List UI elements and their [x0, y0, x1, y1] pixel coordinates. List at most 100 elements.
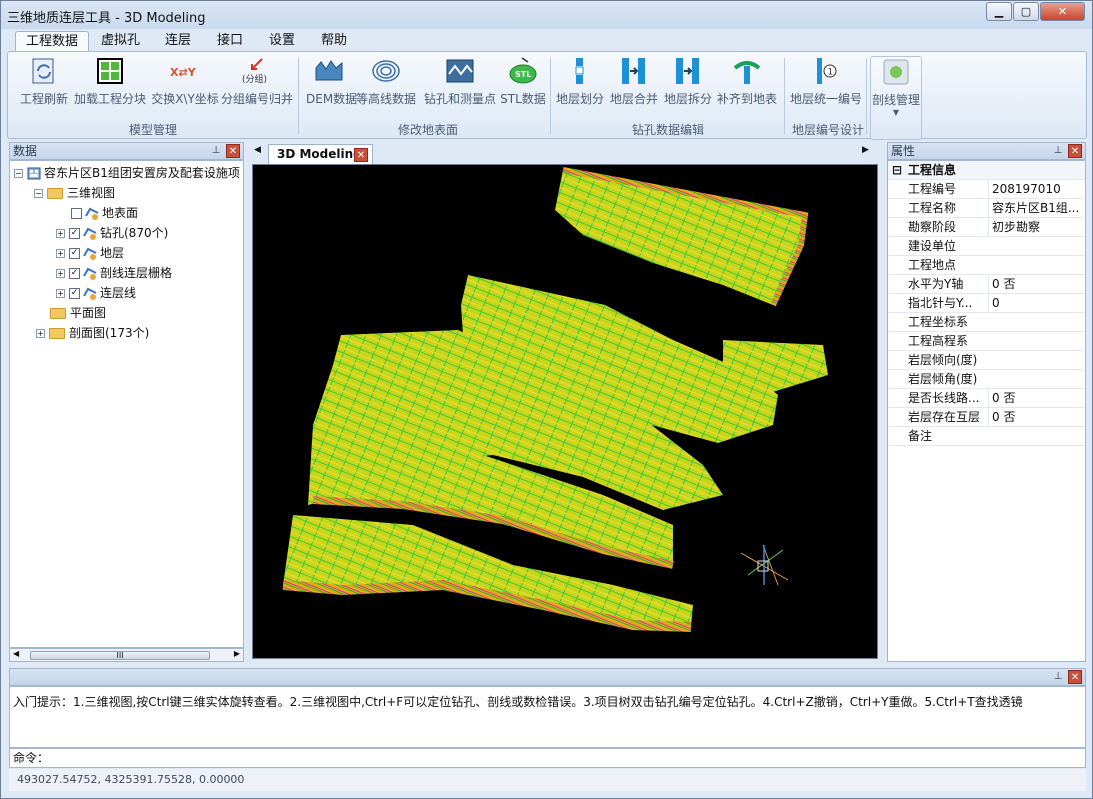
dem-data-button[interactable]: DEM数据	[306, 56, 357, 110]
props-section-header[interactable]: ⊟ 工程信息	[888, 161, 1085, 180]
stratum-divide-button[interactable]: 地层划分	[554, 56, 606, 110]
expand-icon[interactable]: +	[56, 268, 65, 278]
main-window: 三维地质连层工具 - 3D Modeling ▁ ▢ ✕ 工程数据 虚拟孔 连层…	[0, 0, 1093, 799]
close-icon[interactable]: ✕	[1068, 144, 1082, 158]
tree-node-3d-view[interactable]: − 三维视图	[34, 183, 115, 203]
fill-surface-icon	[733, 61, 761, 84]
property-row[interactable]: 岩层倾角(度)	[888, 370, 1085, 389]
tree-node-surface[interactable]: 地表面	[71, 203, 138, 223]
fill-to-surface-button[interactable]: 补齐到地表	[714, 56, 780, 110]
tab-project-data[interactable]: 工程数据	[15, 31, 90, 51]
checkbox-checked[interactable]: ✓	[69, 267, 80, 279]
tab-scroll-right-icon[interactable]: ▶	[862, 145, 869, 155]
expand-icon[interactable]: +	[56, 228, 65, 238]
refresh-project-button[interactable]: 工程刷新	[18, 56, 70, 110]
props-panel-title: 属性	[891, 144, 916, 158]
tree-horizontal-scrollbar[interactable]: ◀ III ▶	[9, 648, 244, 662]
group-separator	[550, 58, 551, 134]
svg-text:X⇄Y: X⇄Y	[170, 66, 197, 79]
maximize-icon[interactable]: ▢	[1013, 2, 1039, 21]
collapse-icon[interactable]: ⊟	[892, 161, 902, 179]
tree-node-project[interactable]: − 容东片区B1组团安置房及配套设施项	[14, 163, 240, 183]
property-value[interactable]: 0 否	[988, 389, 1084, 407]
property-value[interactable]: 208197010	[988, 180, 1084, 198]
tab-help[interactable]: 帮助	[311, 31, 357, 51]
dem-terrain-icon	[315, 60, 343, 81]
expand-icon[interactable]: +	[56, 248, 65, 258]
property-row[interactable]: 备注	[888, 427, 1085, 446]
load-project-block-button[interactable]: 加载工程分块	[70, 56, 150, 110]
collapse-icon[interactable]: −	[14, 168, 23, 178]
property-value[interactable]: 0 否	[988, 275, 1084, 293]
close-icon[interactable]: ✕	[1068, 670, 1082, 684]
property-value[interactable]: 容东片区B1组...	[988, 199, 1084, 217]
property-row[interactable]: 工程高程系	[888, 332, 1085, 351]
property-row[interactable]: 岩层存在互层 0 否	[888, 408, 1085, 427]
section-manage-icon	[883, 59, 909, 85]
tree-node-layer-lines[interactable]: + ✓ 连层线	[56, 283, 136, 303]
property-row[interactable]: 工程地点	[888, 256, 1085, 275]
stratum-merge-button[interactable]: 地层合并	[608, 56, 660, 110]
ribbon: 工程刷新 加载工程分块 X⇄Y 交换X\Y坐标 (分组) 分组编号归并 DEM数…	[7, 51, 1087, 140]
property-value[interactable]: 0 否	[988, 408, 1084, 426]
group-label-numbering: 地层编号设计	[791, 123, 864, 137]
minimize-icon[interactable]: ▁	[986, 2, 1012, 21]
stratum-split-button[interactable]: 地层拆分	[662, 56, 714, 110]
merge-group-number-button[interactable]: (分组) 分组编号归并	[220, 56, 294, 110]
stl-data-button[interactable]: STL STL数据	[500, 56, 546, 110]
swap-xy-button[interactable]: X⇄Y 交换X\Y坐标	[150, 56, 220, 110]
3d-viewport[interactable]	[252, 164, 878, 659]
property-row[interactable]: 勘察阶段 初步勘察	[888, 218, 1085, 237]
tree-node-boreholes[interactable]: + ✓ 钻孔(870个)	[56, 223, 168, 243]
expand-icon[interactable]: +	[56, 288, 65, 298]
scroll-thumb[interactable]: III	[30, 651, 210, 660]
property-row[interactable]: 工程坐标系	[888, 313, 1085, 332]
pin-icon[interactable]: ⊥	[1051, 670, 1065, 684]
checkbox-unchecked[interactable]	[71, 207, 82, 219]
tab-3d-modeling[interactable]: 3D Modeling ✕	[268, 144, 373, 164]
pin-icon[interactable]: ⊥	[209, 144, 223, 158]
property-row[interactable]: 工程名称 容东片区B1组...	[888, 199, 1085, 218]
data-panel-header: 数据 ⊥ ✕	[9, 142, 244, 160]
stratum-unify-number-button[interactable]: 1 地层统一编号	[788, 56, 864, 110]
data-tree: − 容东片区B1组团安置房及配套设施项 − 三维视图 地表面 + ✓ 钻孔(87…	[9, 160, 244, 648]
close-icon[interactable]: ✕	[1040, 2, 1085, 21]
tree-node-section-grid[interactable]: + ✓ 剖线连层栅格	[56, 263, 172, 283]
grid-block-icon	[97, 58, 123, 84]
tree-node-sections[interactable]: + 剖面图(173个)	[36, 323, 149, 343]
section-line-manage-button[interactable]: 剖线管理 ▼	[870, 56, 922, 140]
property-row[interactable]: 指北针与Y... 0	[888, 294, 1085, 313]
close-icon[interactable]: ✕	[226, 144, 240, 158]
tab-layering[interactable]: 连层	[155, 31, 201, 51]
property-row[interactable]: 建设单位	[888, 237, 1085, 256]
folder-icon	[49, 327, 65, 339]
close-icon[interactable]: ✕	[354, 148, 368, 162]
tab-interface[interactable]: 接口	[207, 31, 253, 51]
tab-scroll-left-icon[interactable]: ◀	[254, 145, 261, 155]
property-row[interactable]: 工程编号 208197010	[888, 180, 1085, 199]
pin-icon[interactable]: ⊥	[1051, 144, 1065, 158]
borehole-survey-button[interactable]: 钻孔和测量点	[420, 56, 500, 110]
property-row[interactable]: 是否长线路... 0 否	[888, 389, 1085, 408]
property-row[interactable]: 岩层倾向(度)	[888, 351, 1085, 370]
collapse-icon[interactable]: −	[34, 188, 43, 198]
contour-icon	[372, 60, 400, 82]
contour-data-button[interactable]: 等高线数据	[354, 56, 418, 110]
checkbox-checked[interactable]: ✓	[69, 287, 80, 299]
checkbox-checked[interactable]: ✓	[69, 247, 80, 259]
checkbox-checked[interactable]: ✓	[69, 227, 80, 239]
tab-virtual-hole[interactable]: 虚拟孔	[91, 31, 150, 51]
property-value[interactable]: 0	[988, 294, 1084, 312]
tab-settings[interactable]: 设置	[259, 31, 305, 51]
scroll-right-icon[interactable]: ▶	[234, 649, 240, 658]
expand-icon[interactable]: +	[36, 328, 45, 338]
property-row[interactable]: 水平为Y轴 0 否	[888, 275, 1085, 294]
data-panel-title: 数据	[13, 144, 38, 158]
tree-node-strata[interactable]: + ✓ 地层	[56, 243, 124, 263]
tree-node-plan-view[interactable]: 平面图	[50, 303, 106, 323]
property-value[interactable]: 初步勘察	[988, 218, 1084, 236]
output-hint: 入门提示：1.三维视图,按Ctrl键三维实体旋转查看。2.三维视图中,Ctrl+…	[9, 686, 1086, 748]
command-line[interactable]: 命令：	[9, 748, 1086, 768]
scroll-left-icon[interactable]: ◀	[13, 649, 19, 658]
ribbon-tab-bar: 工程数据 虚拟孔 连层 接口 设置 帮助	[1, 29, 1092, 51]
